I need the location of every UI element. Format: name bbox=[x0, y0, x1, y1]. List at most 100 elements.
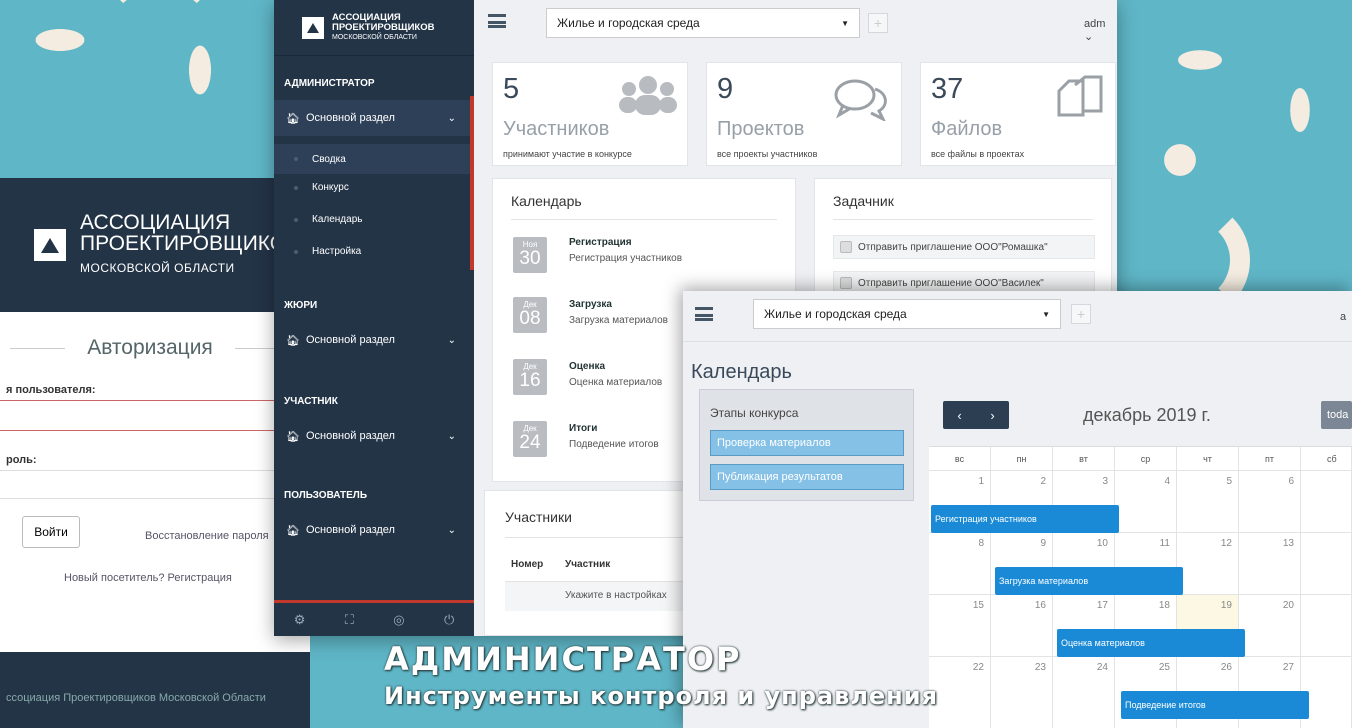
overlay-title: АДМИНИСТРАТОР bbox=[384, 640, 742, 678]
calendar-event[interactable]: Загрузка материалов bbox=[995, 567, 1183, 595]
participants-card: Участники Номер Участник Укажите в настр… bbox=[484, 490, 715, 636]
sidebar-item-label: Основной раздел bbox=[305, 524, 395, 536]
project-select[interactable]: Жилье и городская среда ▼ bbox=[546, 8, 860, 38]
brand-line2: ПРОЕКТИРОВЩИКОВ bbox=[80, 231, 301, 255]
fullscreen-icon[interactable]: ⛶ bbox=[345, 612, 354, 628]
sidebar-item-label: Основной раздел bbox=[305, 430, 395, 442]
card-title: Участники bbox=[505, 509, 572, 525]
task-item[interactable]: Отправить приглашение ООО"Ромашка" bbox=[833, 235, 1095, 259]
sidebar-subitem-calendar[interactable]: Календарь bbox=[294, 214, 362, 225]
sidebar-item-participant-main[interactable]: 🏠︎ Основной раздел ⌄ bbox=[274, 418, 470, 454]
task-checkbox[interactable] bbox=[840, 241, 852, 253]
gear-icon[interactable]: ⚙ bbox=[294, 612, 306, 628]
sidebar-item-jury-main[interactable]: 🏠︎ Основной раздел ⌄ bbox=[274, 322, 470, 358]
dow-header: сб bbox=[1301, 447, 1352, 471]
event-date: Дек 08 bbox=[513, 297, 547, 333]
day-cell[interactable]: 16 bbox=[991, 595, 1053, 657]
day-cell[interactable]: 15 bbox=[929, 595, 991, 657]
date-day: 24 bbox=[519, 432, 541, 453]
stat-card-files[interactable]: 37 Файлов все файлы в проектах bbox=[920, 62, 1116, 166]
bullet-icon bbox=[294, 157, 298, 161]
event-title[interactable]: Регистрация bbox=[569, 237, 632, 248]
today-button[interactable]: toda bbox=[1321, 401, 1352, 429]
section-title-user: ПОЛЬЗОВАТЕЛЬ bbox=[284, 490, 368, 501]
month-grid: вс пн вт ср чт пт сб 1 2 3 4 5 6 8 9 10 … bbox=[929, 446, 1352, 728]
event-title[interactable]: Загрузка bbox=[569, 299, 612, 310]
task-label: Отправить приглашение ООО"Ромашка" bbox=[858, 241, 1048, 253]
event-date: Ноя 30 bbox=[513, 237, 547, 273]
dow-header: вт bbox=[1053, 447, 1115, 471]
day-cell[interactable]: 22 bbox=[929, 657, 991, 728]
event-title[interactable]: Итоги bbox=[569, 423, 597, 434]
stage-item[interactable]: Проверка материалов bbox=[710, 430, 904, 456]
login-button[interactable]: Войти bbox=[22, 516, 80, 548]
project-select[interactable]: Жилье и городская среда ▼ bbox=[753, 299, 1061, 329]
menu-icon[interactable] bbox=[488, 14, 506, 28]
day-cell[interactable]: 4 bbox=[1115, 471, 1177, 533]
user-menu[interactable]: a bbox=[1340, 311, 1346, 323]
sidebar-logo[interactable]: АССОЦИАЦИЯ ПРОЕКТИРОВЩИКОВ МОСКОВСКОЙ ОБ… bbox=[274, 0, 474, 56]
register-link[interactable]: Новый посетитель? Регистрация bbox=[64, 572, 232, 584]
section-title-jury: ЖЮРИ bbox=[284, 300, 318, 311]
dow-header: вс bbox=[929, 447, 991, 471]
login-panel: АССОЦИАЦИЯ ПРОЕКТИРОВЩИКОВ МОСКОВСКОЙ ОБ… bbox=[0, 178, 310, 728]
subitem-label: Календарь bbox=[312, 214, 363, 225]
prev-month-button[interactable]: ‹ bbox=[957, 408, 961, 423]
password-field[interactable] bbox=[0, 498, 290, 499]
day-cell[interactable]: 24 bbox=[1053, 657, 1115, 728]
sidebar-item-user-main[interactable]: 🏠︎ Основной раздел ⌄ bbox=[274, 512, 470, 548]
column-header-participant[interactable]: Участник bbox=[565, 559, 610, 570]
task-checkbox[interactable] bbox=[840, 277, 852, 289]
calendar-event[interactable]: Оценка материалов bbox=[1057, 629, 1245, 657]
add-button[interactable]: + bbox=[868, 13, 888, 33]
stage-item[interactable]: Публикация результатов bbox=[710, 464, 904, 490]
subitem-label: Сводка bbox=[312, 153, 346, 165]
day-cell[interactable]: 5 bbox=[1177, 471, 1239, 533]
divider bbox=[505, 537, 713, 538]
chevron-down-icon: ⌄ bbox=[447, 112, 456, 124]
day-cell[interactable]: 12 bbox=[1177, 533, 1239, 595]
day-cell[interactable] bbox=[1301, 533, 1352, 595]
subitem-label: Настройка bbox=[312, 246, 362, 257]
day-cell[interactable]: 8 bbox=[929, 533, 991, 595]
comments-icon bbox=[834, 79, 887, 121]
column-header-number[interactable]: Номер bbox=[511, 559, 543, 570]
brand-line1: АССОЦИАЦИЯ bbox=[80, 210, 231, 234]
day-cell[interactable] bbox=[1301, 595, 1352, 657]
home-icon: 🏠︎ bbox=[286, 112, 300, 125]
card-title: Задачник bbox=[833, 193, 894, 209]
username-field[interactable] bbox=[0, 430, 290, 431]
home-icon: 🏠︎ bbox=[286, 430, 300, 443]
divider bbox=[511, 219, 777, 220]
event-title[interactable]: Оценка bbox=[569, 361, 605, 372]
event-date: Дек 24 bbox=[513, 421, 547, 457]
sidebar-footer: ⚙ ⛶ ◎ ⏻ bbox=[274, 600, 474, 636]
stat-card-participants[interactable]: 5 Участников принимают участие в конкурс… bbox=[492, 62, 688, 166]
calendar-event[interactable]: Подведение итогов bbox=[1121, 691, 1309, 719]
menu-icon[interactable] bbox=[695, 307, 713, 321]
day-cell[interactable]: 23 bbox=[991, 657, 1053, 728]
next-month-button[interactable]: › bbox=[990, 408, 994, 423]
user-menu[interactable]: adm ⌄ bbox=[1084, 18, 1117, 43]
username-field-top bbox=[0, 400, 290, 401]
add-button[interactable]: + bbox=[1071, 304, 1091, 324]
sidebar-item-admin-main[interactable]: 🏠︎ Основной раздел ⌄ bbox=[274, 100, 470, 136]
day-cell[interactable]: 20 bbox=[1239, 595, 1301, 657]
restore-password-link[interactable]: Восстановление пароля bbox=[145, 530, 269, 542]
eye-off-icon[interactable]: ◎ bbox=[393, 612, 404, 628]
day-cell[interactable]: 13 bbox=[1239, 533, 1301, 595]
stat-card-projects[interactable]: 9 Проектов все проекты участников bbox=[706, 62, 902, 166]
sidebar-subitem-contest[interactable]: Конкурс bbox=[294, 182, 349, 193]
login-brand: АССОЦИАЦИЯ ПРОЕКТИРОВЩИКОВ МОСКОВСКОЙ ОБ… bbox=[0, 178, 310, 312]
calendar-event[interactable]: Регистрация участников bbox=[931, 505, 1119, 533]
event-subtitle: Подведение итогов bbox=[569, 439, 659, 450]
sidebar-subitem-summary[interactable]: Сводка bbox=[274, 144, 470, 174]
day-cell[interactable] bbox=[1301, 471, 1352, 533]
power-icon[interactable]: ⏻ bbox=[444, 612, 454, 628]
task-label: Отправить приглашение ООО"Василек" bbox=[858, 277, 1044, 289]
sidebar-subitem-settings[interactable]: Настройка bbox=[294, 246, 361, 257]
calendar-window: Жилье и городская среда ▼ + a Календарь … bbox=[683, 291, 1352, 728]
home-icon: 🏠︎ bbox=[286, 334, 300, 347]
subitem-label: Конкурс bbox=[312, 182, 349, 193]
day-cell[interactable]: 6 bbox=[1239, 471, 1301, 533]
